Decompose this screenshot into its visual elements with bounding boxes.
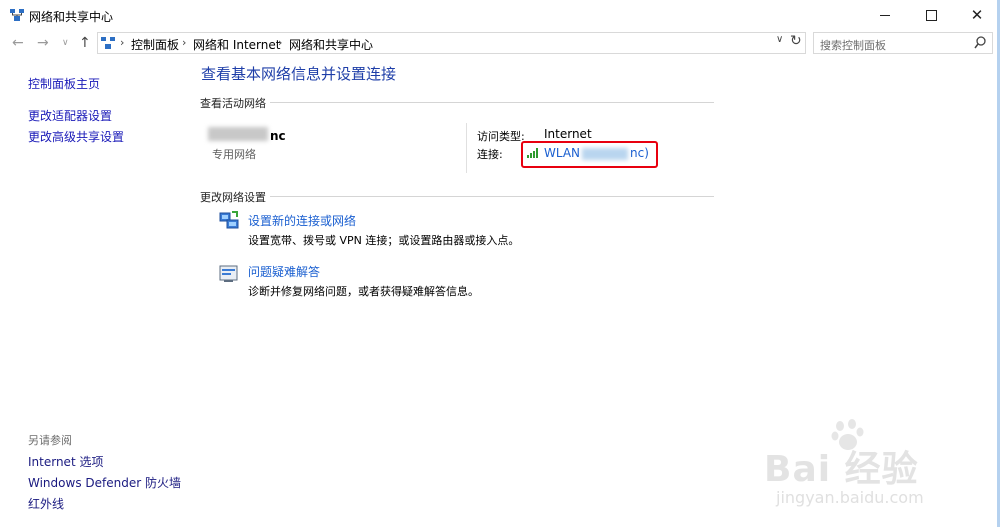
wlan-connection-link[interactable]: WLAN bbox=[544, 146, 580, 160]
see-also-internet-options[interactable]: Internet 选项 bbox=[28, 453, 103, 470]
breadcrumb-network-internet[interactable]: 网络和 Internet bbox=[193, 36, 280, 53]
see-also-defender-firewall[interactable]: Windows Defender 防火墙 bbox=[28, 474, 181, 491]
network-name-blur bbox=[208, 127, 268, 141]
network-center-icon bbox=[10, 9, 24, 21]
maximize-button[interactable] bbox=[908, 0, 954, 30]
connection-label: 连接: bbox=[477, 148, 503, 161]
refresh-icon[interactable]: ↻ bbox=[790, 33, 802, 49]
breadcrumb-control-panel[interactable]: 控制面板 bbox=[131, 36, 179, 53]
troubleshoot-icon bbox=[219, 265, 238, 282]
setup-connection-desc: 设置宽带、拨号或 VPN 连接；或设置路由器或接入点。 bbox=[248, 234, 520, 247]
address-bar[interactable]: › 控制面板 › 网络和 Internet › 网络和共享中心 bbox=[97, 32, 806, 54]
recent-dropdown-icon[interactable]: ∨ bbox=[62, 35, 69, 51]
section-divider bbox=[270, 196, 714, 197]
search-input[interactable]: 搜索控制面板 bbox=[813, 32, 993, 54]
title-bar: 网络和共享中心 ✕ bbox=[0, 0, 1000, 30]
watermark-text: Bai 经验 bbox=[764, 449, 919, 490]
troubleshoot-link[interactable]: 问题疑难解答 bbox=[248, 263, 320, 280]
search-placeholder: 搜索控制面板 bbox=[820, 39, 886, 52]
change-settings-heading: 更改网络设置 bbox=[200, 191, 266, 204]
window: 网络和共享中心 ✕ ← → ∨ ↑ › 控制面板 › 网络和 Internet … bbox=[0, 0, 1000, 527]
sidebar-item-home[interactable]: 控制面板主页 bbox=[28, 75, 100, 92]
vertical-divider bbox=[466, 123, 467, 173]
wlan-name-blur bbox=[582, 148, 628, 160]
see-also-infrared[interactable]: 红外线 bbox=[28, 495, 64, 512]
wifi-signal-icon bbox=[527, 148, 538, 158]
setup-connection-link[interactable]: 设置新的连接或网络 bbox=[248, 212, 356, 229]
breadcrumb-separator-icon: › bbox=[278, 36, 283, 49]
access-type-label: 访问类型: bbox=[477, 130, 525, 143]
page-title: 查看基本网络信息并设置连接 bbox=[201, 65, 397, 83]
see-also-heading: 另请参阅 bbox=[28, 434, 72, 447]
close-button[interactable]: ✕ bbox=[954, 0, 1000, 30]
network-name: nc bbox=[270, 129, 286, 143]
section-divider bbox=[270, 102, 714, 103]
sidebar-item-advanced-sharing[interactable]: 更改高级共享设置 bbox=[28, 128, 124, 145]
back-arrow-icon[interactable]: ← bbox=[12, 35, 24, 51]
breadcrumb-separator-icon: › bbox=[120, 36, 125, 49]
network-type: 专用网络 bbox=[212, 148, 256, 161]
maximize-icon bbox=[925, 9, 937, 21]
wlan-connection-suffix[interactable]: nc) bbox=[630, 146, 649, 160]
active-networks-heading: 查看活动网络 bbox=[200, 97, 266, 110]
breadcrumb-separator-icon: › bbox=[182, 36, 187, 49]
search-icon[interactable] bbox=[974, 36, 986, 50]
window-title: 网络和共享中心 bbox=[29, 10, 114, 24]
close-icon: ✕ bbox=[970, 5, 984, 24]
up-arrow-icon[interactable]: ↑ bbox=[79, 35, 91, 51]
sidebar-item-adapter-settings[interactable]: 更改适配器设置 bbox=[28, 107, 112, 124]
minimize-button[interactable] bbox=[862, 0, 908, 30]
breadcrumb-network-center[interactable]: 网络和共享中心 bbox=[289, 36, 373, 53]
control-panel-icon bbox=[101, 37, 115, 49]
watermark-url: jingyan.baidu.com bbox=[776, 488, 924, 507]
forward-arrow-icon[interactable]: → bbox=[37, 35, 49, 51]
minimize-icon bbox=[880, 14, 890, 16]
network-setup-icon bbox=[219, 211, 239, 229]
access-type-value: Internet bbox=[544, 127, 592, 141]
troubleshoot-desc: 诊断并修复网络问题，或者获得疑难解答信息。 bbox=[248, 285, 479, 298]
address-dropdown-icon[interactable]: ∨ bbox=[776, 34, 783, 45]
address-row: ← → ∨ ↑ › 控制面板 › 网络和 Internet › 网络和共享中心 … bbox=[0, 31, 1000, 57]
main-content: 查看基本网络信息并设置连接 查看活动网络 nc 专用网络 访问类型: Inter… bbox=[200, 57, 720, 527]
sidebar: 控制面板主页 更改适配器设置 更改高级共享设置 另请参阅 Internet 选项… bbox=[0, 57, 190, 527]
